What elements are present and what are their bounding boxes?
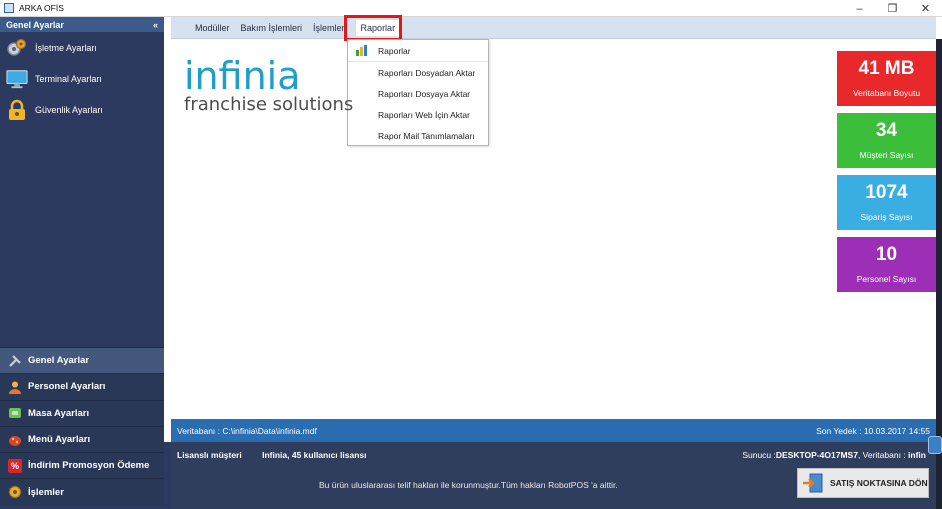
sidebar-item-masa-ayarlari[interactable]: Masa Ayarları	[0, 399, 164, 426]
sidebar-item-label: Personel Ayarları	[28, 381, 106, 393]
menu-islemler[interactable]: İşlemler	[313, 20, 345, 36]
pos-button-label: SATIŞ NOKTASINA DÖN	[830, 478, 928, 488]
side-tab-handle[interactable]	[928, 436, 942, 454]
minimize-button[interactable]: –	[843, 0, 876, 17]
collapse-icon[interactable]: «	[153, 20, 158, 30]
db-value: infin	[908, 450, 926, 460]
database-path: Veritabanı : C:\infinia\Data\infinia.mdf	[177, 425, 317, 436]
gears-icon	[6, 37, 28, 59]
tile-label: Müşteri Sayısı	[859, 150, 914, 160]
status-bar: Veritabanı : C:\infinia\Data\infinia.mdf…	[171, 419, 936, 442]
sidebar-item-label: Terminal Ayarları	[35, 73, 102, 84]
tile-label: Veritabanı Boyutu	[852, 88, 921, 98]
sidebar-item-menu-ayarlari[interactable]: Menü Ayarları	[0, 425, 164, 453]
window-title: ARKA OFİS	[19, 3, 64, 13]
sidebar-header-title: Genel Ayarlar	[6, 19, 64, 30]
sidebar-item-personel-ayarlari[interactable]: Personel Ayarları	[0, 373, 164, 400]
sidebar-item-genel-ayarlar[interactable]: Genel Ayarlar	[0, 347, 164, 374]
sidebar-item-label: İşlemler	[28, 486, 64, 498]
tile-veritabani-boyutu: 41 MB Veritabanı Boyutu	[837, 51, 936, 106]
server-info: Sunucu :DESKTOP-4O17MS7, Veritabanı : in…	[742, 450, 926, 460]
server-value: DESKTOP-4O17MS7	[775, 450, 858, 460]
tile-value: 1074	[865, 182, 908, 203]
tools-icon	[8, 354, 22, 368]
tile-musteri-sayisi: 34 Müşteri Sayısı	[837, 113, 936, 168]
dropdown-item-raporlari-dosyadan-aktar[interactable]: Raporları Dosyadan Aktar	[348, 62, 488, 83]
db-label: , Veritabanı :	[857, 450, 906, 460]
sidebar-item-guvenlik-ayarlari[interactable]: Güvenlik Ayarları	[0, 94, 164, 125]
tile-value: 10	[875, 244, 898, 265]
dropdown-item-label: Raporları Dosyadan Aktar	[378, 67, 476, 78]
tile-label: Personel Sayısı	[856, 274, 917, 284]
dropdown-item-label: Raporları Web İçin Aktar	[378, 109, 470, 120]
tile-value: 41 MB	[858, 58, 915, 79]
license-label: Lisanslı müşteri	[177, 450, 242, 460]
raporlar-highlight-box	[344, 15, 402, 41]
dropdown-item-label: Rapor Mail Tanımlamaları	[378, 130, 475, 141]
sidebar-item-label: Masa Ayarları	[28, 407, 90, 419]
tile-personel-sayisi: 10 Personel Sayısı	[837, 237, 936, 292]
app-icon	[4, 3, 14, 13]
sidebar-item-label: Genel Ayarlar	[28, 355, 90, 367]
tile-label: Sipariş Sayısı	[860, 212, 913, 222]
dropdown-item-label: Raporları Dosyaya Aktar	[378, 88, 471, 99]
chart-icon	[356, 45, 368, 56]
window-titlebar: ARKA OFİS – ❐ ✕	[0, 0, 942, 17]
sidebar-section-nav: Genel Ayarlar Personel Ayarları Masa Aya…	[0, 347, 164, 505]
sidebar-item-terminal-ayarlari[interactable]: Terminal Ayarları	[0, 63, 164, 94]
gear-icon	[8, 485, 22, 499]
license-value: Infinia, 45 kullanıcı lisansı	[262, 450, 367, 460]
menu-moduller[interactable]: Modüller	[195, 20, 230, 36]
satis-noktasina-don-button[interactable]: SATIŞ NOKTASINA DÖN	[797, 468, 929, 498]
close-button[interactable]: ✕	[909, 0, 942, 17]
raporlar-dropdown: Raporlar Raporları Dosyadan Aktar Raporl…	[347, 39, 489, 146]
license-info: Lisanslı müşteri Infinia, 45 kullanıcı l…	[177, 450, 385, 460]
food-icon	[8, 433, 22, 447]
dropdown-item-raporlari-dosyaya-aktar[interactable]: Raporları Dosyaya Aktar	[348, 83, 488, 104]
monitor-icon	[6, 68, 28, 90]
maximize-button[interactable]: ❐	[876, 0, 909, 17]
dropdown-item-rapor-mail-tanimlamalari[interactable]: Rapor Mail Tanımlamaları	[348, 125, 488, 146]
table-icon	[8, 406, 22, 420]
menu-bakim-islemleri[interactable]: Bakım İşlemleri	[241, 20, 303, 36]
sidebar-item-label: Güvenlik Ayarları	[35, 104, 103, 115]
dropdown-item-raporlari-web-icin-aktar[interactable]: Raporları Web İçin Aktar	[348, 104, 488, 125]
sidebar-item-label: İşletme Ayarları	[35, 42, 97, 53]
sidebar-header: Genel Ayarlar «	[0, 17, 164, 32]
last-backup: Son Yedek : 10.03.2017 14:55	[816, 425, 930, 436]
footer-left-strip	[164, 442, 171, 509]
sidebar-item-label: İndirim Promosyon Ödeme	[28, 460, 150, 472]
dropdown-item-raporlar[interactable]: Raporlar	[348, 40, 488, 62]
tile-siparis-sayisi: 1074 Sipariş Sayısı	[837, 175, 936, 230]
infinia-logo: infinia franchise solutions	[184, 54, 354, 115]
sidebar-item-indirim-promosyon-odeme[interactable]: % İndirim Promosyon Ödeme	[0, 452, 164, 479]
sidebar-item-islemler[interactable]: İşlemler	[0, 478, 164, 505]
tile-value: 34	[875, 120, 898, 141]
percent-icon: %	[8, 458, 22, 473]
sidebar-gap	[164, 17, 171, 419]
person-icon	[8, 380, 22, 394]
copyright-text: Bu ürün uluslararası telif hakları ile k…	[319, 480, 618, 490]
logo-sub-text: franchise solutions	[184, 94, 354, 115]
server-label: Sunucu :	[742, 450, 776, 460]
dropdown-item-label: Raporlar	[378, 45, 411, 56]
lock-icon	[6, 99, 28, 121]
window-controls: – ❐ ✕	[843, 0, 942, 17]
sidebar-item-isletme-ayarlari[interactable]: İşletme Ayarları	[0, 32, 164, 63]
exit-icon	[802, 473, 824, 493]
logo-main-text: infinia	[184, 54, 301, 98]
menubar: Modüller Bakım İşlemleri İşlemler Raporl…	[171, 17, 936, 39]
sidebar-item-label: Menü Ayarları	[28, 434, 91, 446]
sidebar: Genel Ayarlar « İşletme Ayarları Termina…	[0, 17, 164, 509]
